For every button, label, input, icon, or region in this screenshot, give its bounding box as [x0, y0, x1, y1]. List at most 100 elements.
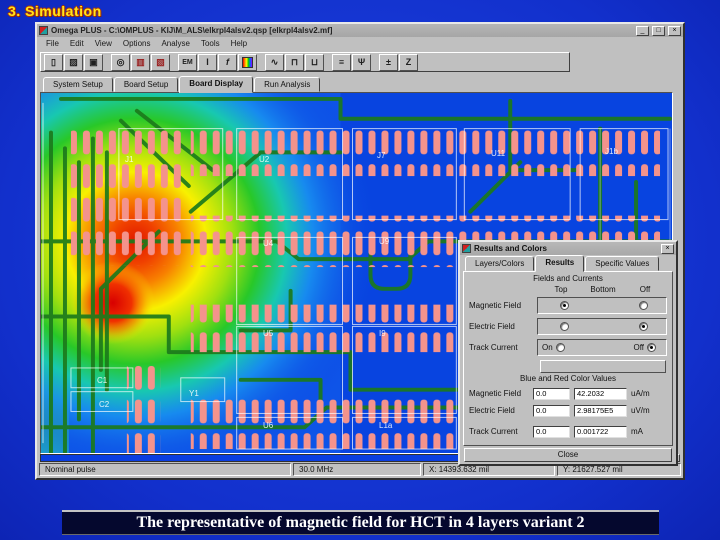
electric-top-radio[interactable] [560, 322, 569, 331]
electric-field-options [537, 318, 667, 335]
plot-upper-icon: ⊓ [290, 56, 299, 67]
component-label: I9 [379, 329, 386, 338]
current-icon: I [206, 57, 209, 67]
list-button[interactable]: ≡ [332, 53, 351, 71]
component-label: U2 [259, 155, 270, 164]
magnetic-blue-input[interactable]: 0.0 [533, 387, 570, 400]
tab-run-analysis[interactable]: Run Analysis [254, 77, 321, 92]
magnetic-red-input[interactable]: 42.2032 [574, 387, 627, 400]
zoom-button[interactable]: Z [399, 53, 418, 71]
magnetic-values-row: Magnetic Field 0.0 42.2032 uA/m [464, 385, 672, 402]
results-colors-dialog: Results and Colors × Layers/Colors Result… [458, 240, 678, 466]
slide-caption: The representative of magnetic field for… [62, 510, 659, 535]
board-view-button[interactable]: ◎ [111, 53, 130, 71]
magnetic-field-label: Magnetic Field [469, 301, 522, 310]
electric-values-label: Electric Field [469, 406, 515, 415]
electric-field-row: Electric Field [464, 316, 672, 337]
report-icon: ▥ [136, 56, 145, 67]
tab-board-display[interactable]: Board Display [179, 76, 254, 93]
minimize-button[interactable]: _ [636, 25, 649, 36]
current-button[interactable]: I [198, 53, 217, 71]
new-file-button[interactable]: ▯ [44, 53, 63, 71]
fields-section-title: Fields and Currents [533, 274, 603, 283]
report-button[interactable]: ▥ [131, 53, 150, 71]
plot-lower-icon: ⊔ [310, 56, 319, 67]
toolbar: ▯ ▨ ▣ ◎ ▥ ▧ EM If ∿ ⊓ ⊔ ≡ Ψ ± Z [37, 50, 683, 74]
status-frequency: 30.0 MHz [293, 463, 421, 476]
electric-off-radio[interactable] [639, 322, 648, 331]
dialog-tab-specific-values[interactable]: Specific Values [585, 256, 660, 271]
component-label: J7 [377, 151, 386, 160]
menu-options[interactable]: Options [118, 39, 156, 48]
open-folder-button[interactable]: ▨ [64, 53, 83, 71]
electric-blue-input[interactable]: 0.0 [533, 404, 570, 417]
off-label: Off [633, 343, 644, 352]
main-tabs: System Setup Board Setup Board Display Run … [37, 74, 683, 93]
values-section-title: Blue and Red Color Values [520, 374, 616, 383]
toolbar-group: ▯ ▨ ▣ ◎ ▥ ▧ EM If ∿ ⊓ ⊔ ≡ Ψ ± Z [40, 52, 570, 72]
track-current-options: On Off [537, 339, 667, 356]
em-field-icon: EM [182, 58, 193, 66]
tolerance-icon: ± [386, 57, 391, 67]
spectrum-icon [242, 56, 253, 68]
frequency-button[interactable]: f [218, 53, 237, 71]
tab-system-setup[interactable]: System Setup [43, 77, 113, 92]
electric-values-row: Electric Field 0.0 2.98175E5 uV/m [464, 402, 672, 419]
app-icon [39, 26, 48, 35]
net-button[interactable]: Ψ [352, 53, 371, 71]
menu-help[interactable]: Help [226, 39, 252, 48]
waveform-button[interactable]: ∿ [265, 53, 284, 71]
tolerance-button[interactable]: ± [379, 53, 398, 71]
magnetic-field-options [537, 297, 667, 314]
magnetic-off-radio[interactable] [639, 301, 648, 310]
electric-red-input[interactable]: 2.98175E5 [574, 404, 627, 417]
plot-upper-button[interactable]: ⊓ [285, 53, 304, 71]
em-field-button[interactable]: EM [178, 53, 197, 71]
spectrum-button[interactable] [238, 53, 257, 71]
close-button[interactable]: × [668, 25, 681, 36]
track-current-row: Track Current On Off [464, 337, 672, 358]
window-titlebar[interactable]: Omega PLUS - C:\OMPLUS - KIJ\M_ALS\elkrp… [37, 24, 683, 37]
menu-edit[interactable]: Edit [65, 39, 89, 48]
save-button[interactable]: ▣ [84, 53, 103, 71]
component-label: L1a [379, 421, 393, 430]
electric-unit: uV/m [631, 406, 650, 415]
spacer-panel [540, 360, 666, 373]
track-red-input[interactable]: 0.001722 [574, 425, 627, 438]
menu-file[interactable]: File [41, 39, 64, 48]
menu-view[interactable]: View [90, 39, 117, 48]
component-icon: ▧ [156, 56, 165, 67]
component-button[interactable]: ▧ [151, 53, 170, 71]
electric-field-label: Electric Field [469, 322, 515, 331]
track-off-radio[interactable] [647, 343, 656, 352]
close-dialog-button[interactable]: Close [464, 448, 672, 462]
net-icon: Ψ [357, 57, 366, 67]
dialog-tab-layers-colors[interactable]: Layers/Colors [465, 256, 535, 271]
track-values-label: Track Current [469, 427, 518, 436]
frequency-icon: f [226, 57, 229, 67]
slide-title: 3. Simulation [8, 3, 102, 19]
menu-analyse[interactable]: Analyse [156, 39, 194, 48]
column-top: Top [554, 285, 568, 294]
menu-tools[interactable]: Tools [196, 39, 225, 48]
maximize-button[interactable]: □ [652, 25, 665, 36]
component-label: U4 [263, 239, 274, 248]
plot-lower-button[interactable]: ⊔ [305, 53, 324, 71]
dialog-titlebar[interactable]: Results and Colors × [460, 242, 676, 255]
tab-board-setup[interactable]: Board Setup [113, 77, 179, 92]
new-file-icon: ▯ [51, 56, 56, 67]
dialog-icon [462, 244, 471, 253]
component-label: U11 [491, 149, 506, 158]
dialog-tab-results[interactable]: Results [535, 255, 585, 272]
menu-bar: File Edit View Options Analyse Tools Help [37, 37, 683, 50]
track-on-radio[interactable] [555, 343, 565, 352]
column-off: Off [639, 285, 651, 294]
track-unit: mA [631, 427, 643, 436]
dialog-title: Results and Colors [474, 244, 547, 253]
on-label: On [542, 343, 553, 352]
dialog-footer: Close [460, 446, 676, 464]
dialog-close-icon[interactable]: × [661, 243, 674, 254]
track-blue-input[interactable]: 0.0 [533, 425, 570, 438]
magnetic-top-radio[interactable] [560, 301, 569, 310]
window-title: Omega PLUS - C:\OMPLUS - KIJ\M_ALS\elkrp… [51, 26, 333, 35]
